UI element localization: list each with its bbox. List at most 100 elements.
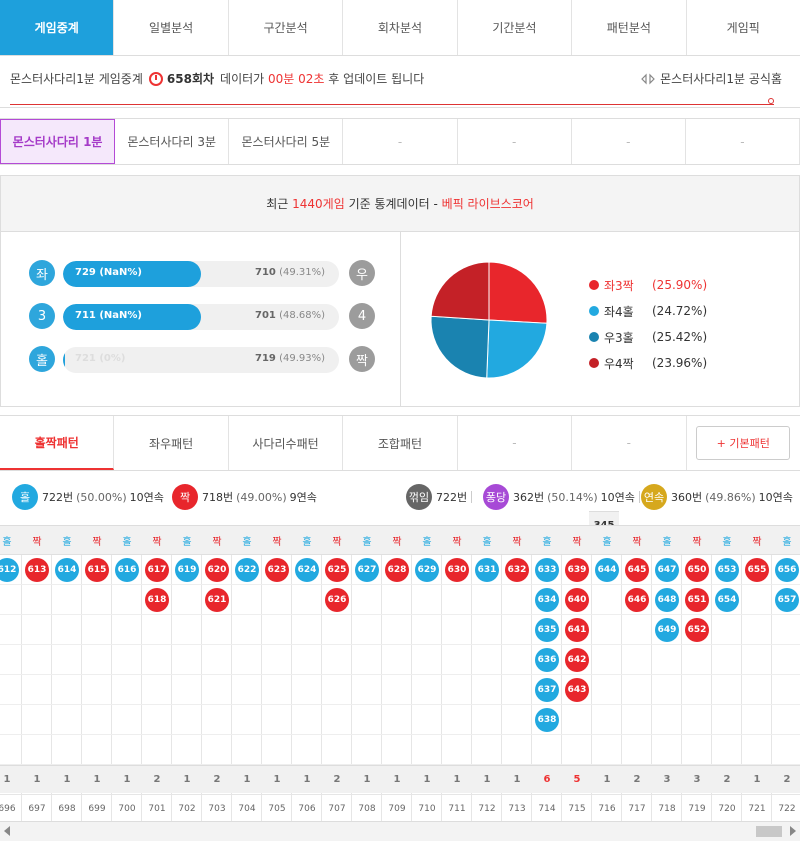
result-ball: 615 [85, 558, 109, 582]
tab-section[interactable]: 구간분석 [229, 0, 344, 55]
grid-cell [172, 585, 202, 615]
result-ball: 626 [325, 588, 349, 612]
column-header: 짝 [262, 526, 292, 555]
column-header: 홀 [172, 526, 202, 555]
grid-cell [442, 615, 472, 645]
pattern-column: 홀 644 1 716 [592, 526, 622, 821]
grid-cell: 652 [682, 615, 712, 645]
streak-count: 1 [742, 765, 772, 793]
subtab-5min[interactable]: 몬스터사다리 5분 [229, 119, 344, 164]
grid-cell [712, 615, 742, 645]
ptab-combo[interactable]: 조합패턴 [343, 416, 458, 470]
result-ball: 627 [355, 558, 379, 582]
column-header: 짝 [82, 526, 112, 555]
result-ball: 613 [25, 558, 49, 582]
grid-cell [0, 675, 22, 705]
subtab-empty: - [458, 119, 572, 164]
grid-cell [322, 645, 352, 675]
countdown: 00분 02초 [268, 72, 325, 86]
grid-cell: 619 [172, 555, 202, 585]
streak-count: 6 [532, 765, 562, 793]
pattern-column: 짝 630 1 711 [442, 526, 472, 821]
pattern-column: 짝 613 1 697 [22, 526, 52, 821]
legend-label: 좌4홀 [604, 304, 634, 319]
tab-round[interactable]: 회차분석 [343, 0, 458, 55]
grid-cell: 629 [412, 555, 442, 585]
pattern-column: 짝 639 640 641 642 643 5 715 [562, 526, 592, 821]
grid-cell [742, 735, 772, 765]
pattern-column: 홀 619 1 702 [172, 526, 202, 821]
grid-cell [772, 675, 800, 705]
streak-count: 2 [622, 765, 652, 793]
grid-cell [0, 705, 22, 735]
grid-cell: 647 [652, 555, 682, 585]
grid-cell [562, 705, 592, 735]
column-round: 703 [202, 794, 232, 821]
tab-period[interactable]: 기간분석 [458, 0, 573, 55]
scroll-thumb[interactable] [756, 826, 782, 837]
grid-cell [82, 705, 112, 735]
grid-cell [352, 735, 382, 765]
result-ball: 617 [145, 558, 169, 582]
pattern-tabs: 홀짝패턴 좌우패턴 사다리수패턴 조합패턴 - - + 기본패턴 [0, 415, 800, 471]
ptab-odd-even[interactable]: 홀짝패턴 [0, 416, 115, 470]
grid-cell: 639 [562, 555, 592, 585]
grid-cell [742, 615, 772, 645]
grid-cell [262, 585, 292, 615]
grid-cell [262, 615, 292, 645]
right-badge: 우 [349, 260, 375, 286]
legend-label: 우4짝 [604, 356, 634, 371]
ptab-ladder-count[interactable]: 사다리수패턴 [229, 416, 344, 470]
pattern-column: 짝 620 621 2 703 [202, 526, 232, 821]
scroll-left-icon[interactable] [4, 826, 10, 836]
pie-slice [486, 319, 548, 379]
left-badge: 좌 [29, 260, 55, 286]
grid-cell [232, 585, 262, 615]
streak-count: 1 [52, 765, 82, 793]
streak-count: 1 [232, 765, 262, 793]
scroll-right-icon[interactable] [790, 826, 796, 836]
grid-cell: 631 [472, 555, 502, 585]
tab-daily[interactable]: 일별분석 [114, 0, 229, 55]
grid-cell [712, 735, 742, 765]
dive-summary: 퐁당 362번 (50.14%) 10연속 [483, 484, 644, 510]
legend-pct: (25.90%) [652, 278, 708, 292]
grid-cell [442, 585, 472, 615]
grid-cell [622, 645, 652, 675]
ptab-left-right[interactable]: 좌우패턴 [114, 416, 229, 470]
streak-count: 1 [262, 765, 292, 793]
pattern-column: 홀 622 1 704 [232, 526, 262, 821]
divider [10, 104, 774, 105]
stats-panel: 최근 1440게임 기준 통계데이터 - 베픽 라이브스코어 좌 729 (Na… [0, 175, 800, 539]
tab-live[interactable]: 게임중계 [0, 0, 115, 55]
result-ball: 639 [565, 558, 589, 582]
grid-cell [502, 645, 532, 675]
grid-cell [592, 675, 622, 705]
bar-right-value: 710 (49.31%) [255, 267, 325, 278]
grid-cell [442, 675, 472, 705]
official-site-link[interactable]: 몬스터사다리1분 공식홈 [640, 70, 782, 87]
grid-cell [532, 735, 562, 765]
horizontal-scrollbar[interactable] [0, 821, 800, 841]
basic-pattern-button[interactable]: + 기본패턴 [696, 426, 791, 460]
grid-cell [772, 615, 800, 645]
column-round: 704 [232, 794, 262, 821]
tab-pattern[interactable]: 패턴분석 [572, 0, 687, 55]
ptab-empty: - [572, 416, 687, 470]
grid-cell: 634 [532, 585, 562, 615]
tab-pick[interactable]: 게임픽 [687, 0, 800, 55]
streak-count: 1 [382, 765, 412, 793]
pattern-column: 홀 614 1 698 [52, 526, 82, 821]
grid-cell [472, 675, 502, 705]
bar-right-value: 701 (48.68%) [255, 310, 325, 321]
subtab-1min[interactable]: 몬스터사다리 1분 [0, 119, 116, 164]
pattern-column: 짝 655 1 721 [742, 526, 772, 821]
pattern-summary: 홀 722번 (50.00%) 10연속 짝 718번 (49.00%) 9연속… [0, 480, 800, 518]
bar-odd-even: 홀 721 (0%) 719 (49.93%) 짝 [29, 346, 375, 374]
bar-left-right: 좌 729 (NaN%) 710 (49.31%) 우 [29, 260, 375, 288]
subtab-3min[interactable]: 몬스터사다리 3분 [115, 119, 230, 164]
grid-cell: 616 [112, 555, 142, 585]
column-header: 홀 [0, 526, 22, 555]
column-header: 홀 [472, 526, 502, 555]
bar-right-value: 719 (49.93%) [255, 353, 325, 364]
